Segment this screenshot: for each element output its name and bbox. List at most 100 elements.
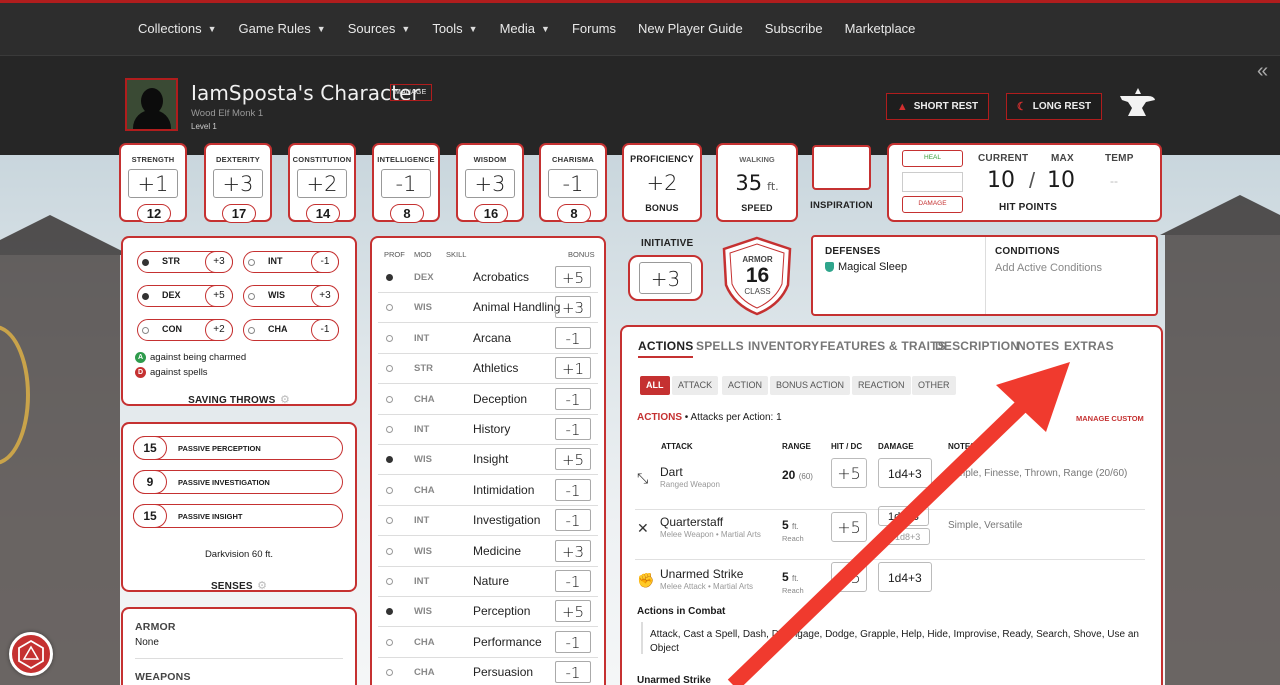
attack-damage-button[interactable]: 1d4+3 <box>878 562 932 592</box>
manage-button[interactable]: MANAGE <box>390 84 432 101</box>
ability-modifier: -1 <box>548 169 598 198</box>
attack-damage-button[interactable]: 1d4+3 <box>878 458 932 488</box>
saving-throw-dex[interactable]: DEX +5 <box>137 284 233 307</box>
saving-throw-str[interactable]: STR +3 <box>137 250 233 273</box>
filter-reaction[interactable]: REACTION <box>852 376 911 395</box>
attack-row-quarterstaff[interactable]: ✕ Quarterstaff Melee Weapon • Martial Arts… <box>635 506 1145 560</box>
skill-row-nature[interactable]: INT Nature -1 <box>378 567 598 597</box>
saving-throw-int[interactable]: INT -1 <box>243 250 339 273</box>
hp-temp-value[interactable]: -- <box>1110 174 1118 188</box>
tab-inventory[interactable]: INVENTORY <box>748 339 819 353</box>
tab-actions[interactable]: ACTIONS <box>638 339 694 358</box>
saving-throw-wis[interactable]: WIS +3 <box>243 284 339 307</box>
senses-title: SENSES <box>210 581 253 592</box>
hp-current-value[interactable]: 10 <box>987 168 1015 193</box>
proficiencies-panel: ARMOR None WEAPONS <box>121 607 357 685</box>
attack-hit-button[interactable]: +5 <box>831 458 867 488</box>
attack-damage-versatile-button[interactable]: 1d8+3 <box>885 528 931 545</box>
nav-item-label: Media <box>499 21 536 36</box>
manage-custom-link[interactable]: MANAGE CUSTOM <box>1076 414 1144 423</box>
inspiration-box[interactable] <box>812 145 871 190</box>
ability-constitution[interactable]: CONSTITUTION +2 14 <box>288 143 356 223</box>
ability-wisdom[interactable]: WISDOM +3 16 <box>456 143 524 223</box>
tab-features-traits[interactable]: FEATURES & TRAITS <box>820 339 946 353</box>
filter-action[interactable]: ACTION <box>722 376 769 395</box>
tab-description[interactable]: DESCRIPTION <box>935 339 1019 353</box>
speed-label: WALKING <box>739 155 775 164</box>
skill-mod: WIS <box>414 606 432 618</box>
skill-row-athletics[interactable]: STR Athletics +1 <box>378 354 598 385</box>
nav-item-tools[interactable]: Tools ▼ <box>432 21 477 36</box>
ability-score: 17 <box>222 204 256 223</box>
nav-item-sources[interactable]: Sources ▼ <box>348 21 411 36</box>
initiative-box[interactable]: +3 <box>628 255 703 301</box>
skill-row-history[interactable]: INT History -1 <box>378 415 598 445</box>
tab-spells[interactable]: SPELLS <box>696 339 744 353</box>
ability-label: STRENGTH <box>131 155 175 164</box>
ability-strength[interactable]: STRENGTH +1 12 <box>119 143 187 223</box>
nav-item-new-player-guide[interactable]: New Player Guide <box>638 21 743 36</box>
skill-row-arcana[interactable]: INT Arcana -1 <box>378 324 598 354</box>
save-name: STR <box>162 256 180 266</box>
skill-name: Intimidation <box>473 482 535 497</box>
filter-attack[interactable]: ATTACK <box>672 376 719 395</box>
heal-button[interactable]: HEAL <box>902 150 963 167</box>
attack-damage-button[interactable]: 1d6+3 <box>878 506 929 526</box>
proficiency-dot <box>142 259 149 266</box>
attack-range: 5 ft. <box>782 518 799 532</box>
collapse-sidebar-icon[interactable]: « <box>1257 60 1268 83</box>
skill-row-medicine[interactable]: WIS Medicine +3 <box>378 537 598 567</box>
skill-row-perception[interactable]: WIS Perception +5 <box>378 597 598 628</box>
long-rest-button[interactable]: ☾ LONG REST <box>1006 93 1102 120</box>
filter-all[interactable]: ALL <box>640 376 670 395</box>
attack-hit-button[interactable]: +5 <box>831 562 867 592</box>
dice-roller-button[interactable] <box>9 632 53 676</box>
nav-item-collections[interactable]: Collections ▼ <box>138 21 217 36</box>
skill-mod: CHA <box>414 393 435 405</box>
skill-row-deception[interactable]: CHA Deception -1 <box>378 385 598 415</box>
gear-icon[interactable]: ⚙ <box>257 580 267 592</box>
armor-prof-value: None <box>135 637 159 648</box>
skill-row-insight[interactable]: WIS Insight +5 <box>378 445 598 476</box>
tab-extras[interactable]: EXTRAS <box>1064 339 1114 353</box>
saving-throw-con[interactable]: CON +2 <box>137 318 233 341</box>
skill-row-investigation[interactable]: INT Investigation -1 <box>378 506 598 537</box>
skill-row-performance[interactable]: CHA Performance -1 <box>378 628 598 658</box>
armor-class-bottom-label: CLASS <box>744 287 771 296</box>
skill-name: Performance <box>473 634 542 649</box>
skill-row-animal-handling[interactable]: WIS Animal Handling +3 <box>378 293 598 324</box>
gear-icon[interactable]: ⚙ <box>280 394 290 406</box>
defenses-conditions-panel: DEFENSES Magical Sleep CONDITIONS Add Ac… <box>811 235 1158 316</box>
nav-item-subscribe[interactable]: Subscribe <box>765 21 823 36</box>
character-avatar[interactable] <box>125 78 178 131</box>
attack-row-dart[interactable]: ⤡ Dart Ranged Weapon 20 (60) +5 1d4+3 Simple, … <box>635 456 1145 510</box>
attack-row-unarmed-strike[interactable]: ✊ Unarmed Strike Melee Attack • Martial Ar… <box>635 558 1145 612</box>
nav-item-media[interactable]: Media ▼ <box>500 21 550 36</box>
nav-item-forums[interactable]: Forums <box>572 21 616 36</box>
skill-row-intimidation[interactable]: CHA Intimidation -1 <box>378 476 598 506</box>
nav-item-marketplace[interactable]: Marketplace <box>845 21 916 36</box>
skills-header-bonus: BONUS <box>568 250 595 259</box>
skill-row-acrobatics[interactable]: DEX Acrobatics +5 <box>378 263 598 293</box>
passive-value: 9 <box>133 469 167 494</box>
nav-item-label: Subscribe <box>764 21 823 36</box>
passive-sense-1: 15 PASSIVE PERCEPTION <box>133 435 343 460</box>
nav-item-game-rules[interactable]: Game Rules ▼ <box>239 21 326 36</box>
short-rest-button[interactable]: ▲ SHORT REST <box>886 93 989 120</box>
ability-dexterity[interactable]: DEXTERITY +3 17 <box>204 143 272 223</box>
attack-hit-button[interactable]: +5 <box>831 512 867 542</box>
add-conditions-link[interactable]: Add Active Conditions <box>995 262 1102 274</box>
anvil-icon[interactable] <box>1118 86 1156 120</box>
skill-row-persuasion[interactable]: CHA Persuasion -1 <box>378 658 598 685</box>
hit-points-box: HEAL DAMAGE CURRENT MAX TEMP 10 / 10 -- … <box>887 143 1162 222</box>
hp-adjust-input[interactable] <box>902 172 963 192</box>
damage-button[interactable]: DAMAGE <box>902 196 963 213</box>
saving-throw-cha[interactable]: CHA -1 <box>243 318 339 341</box>
filter-bonus-action[interactable]: BONUS ACTION <box>770 376 851 395</box>
ability-charisma[interactable]: CHARISMA -1 8 <box>539 143 607 223</box>
ability-intelligence[interactable]: INTELLIGENCE -1 8 <box>372 143 440 223</box>
proficiency-dot <box>386 456 393 464</box>
tab-notes[interactable]: NOTES <box>1017 339 1059 353</box>
filter-other[interactable]: OTHER <box>912 376 956 395</box>
proficiency-dot <box>386 486 393 494</box>
